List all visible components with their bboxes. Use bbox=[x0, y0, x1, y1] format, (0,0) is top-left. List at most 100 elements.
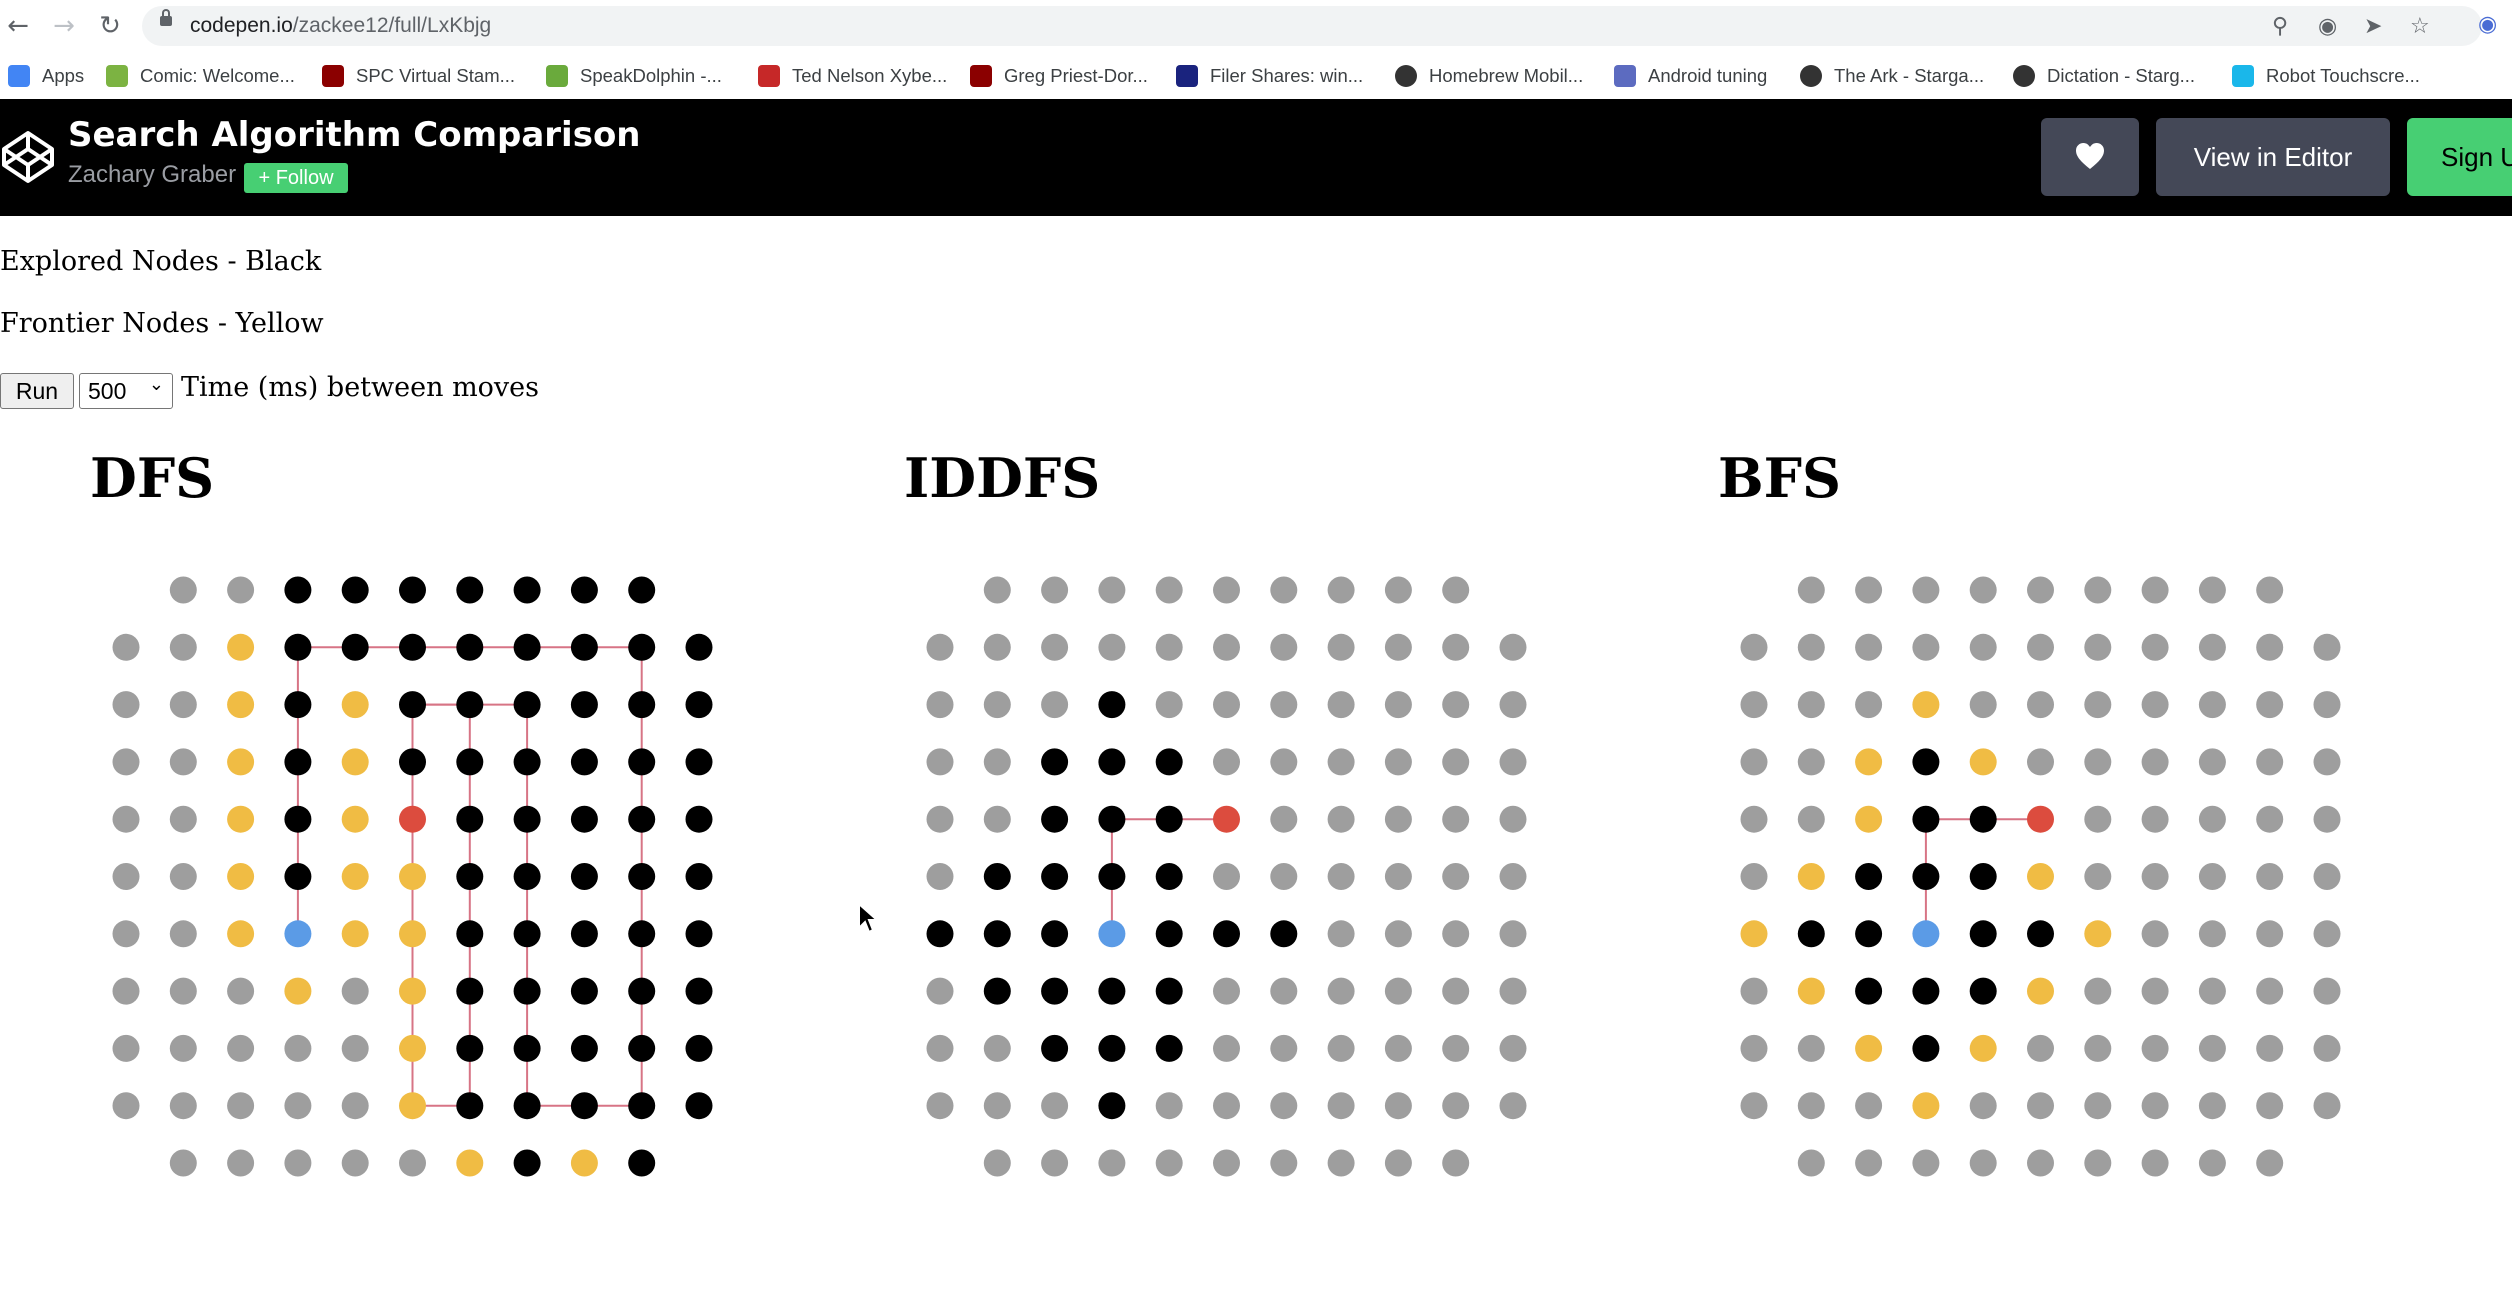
address-bar[interactable]: codepen.io/zackee12/full/LxKbjg ⚲ ◉ ➤ ☆ bbox=[142, 6, 2482, 46]
bookmark-item[interactable]: Ted Nelson Xybe... bbox=[758, 60, 947, 92]
time-select-value: 500 bbox=[88, 378, 127, 404]
node-explored bbox=[1912, 1034, 1940, 1062]
node-unvisited bbox=[926, 691, 954, 719]
node-explored bbox=[341, 633, 369, 661]
node-unvisited bbox=[2141, 1149, 2169, 1177]
node-unvisited bbox=[1855, 1092, 1883, 1120]
url-text[interactable]: codepen.io/zackee12/full/LxKbjg bbox=[190, 14, 491, 38]
node-unvisited bbox=[1270, 691, 1298, 719]
node-unvisited bbox=[1442, 633, 1470, 661]
send-icon[interactable]: ➤ bbox=[2364, 14, 2382, 39]
node-unvisited bbox=[284, 1092, 312, 1120]
node-unvisited bbox=[926, 633, 954, 661]
node-unvisited bbox=[2256, 805, 2284, 833]
node-unvisited bbox=[169, 576, 197, 604]
bookmark-item[interactable]: SpeakDolphin -... bbox=[546, 60, 722, 92]
node-explored bbox=[570, 920, 598, 948]
node-unvisited bbox=[1270, 576, 1298, 604]
node-unvisited bbox=[1270, 1034, 1298, 1062]
bfs-graph bbox=[1730, 566, 2410, 1246]
node-unvisited bbox=[1384, 1034, 1412, 1062]
node-unvisited bbox=[1270, 1149, 1298, 1177]
node-unvisited bbox=[983, 691, 1011, 719]
node-frontier bbox=[1797, 977, 1825, 1005]
node-unvisited bbox=[2141, 576, 2169, 604]
bookmark-item[interactable]: Filer Shares: win... bbox=[1176, 60, 1363, 92]
follow-button[interactable]: + Follow bbox=[244, 163, 348, 193]
bookmark-item[interactable]: Greg Priest-Dor... bbox=[970, 60, 1148, 92]
node-explored bbox=[1155, 920, 1183, 948]
node-unvisited bbox=[1442, 805, 1470, 833]
bookmark-label: Android tuning bbox=[1648, 65, 1768, 86]
like-button[interactable] bbox=[2041, 118, 2139, 196]
bookmark-item[interactable]: Comic: Welcome... bbox=[106, 60, 295, 92]
node-unvisited bbox=[1797, 1034, 1825, 1062]
node-unvisited bbox=[2084, 977, 2112, 1005]
iddfs-title: IDDFS bbox=[904, 446, 1101, 510]
node-unvisited bbox=[1797, 633, 1825, 661]
node-unvisited bbox=[983, 576, 1011, 604]
node-unvisited bbox=[341, 1034, 369, 1062]
bookmark-item[interactable]: Robot Touchscre... bbox=[2232, 60, 2420, 92]
node-unvisited bbox=[112, 691, 140, 719]
node-unvisited bbox=[1855, 691, 1883, 719]
bookmark-item[interactable]: SPC Virtual Stam... bbox=[322, 60, 515, 92]
bookmark-item[interactable]: Dictation - Starg... bbox=[2013, 60, 2195, 92]
bookmark-item[interactable]: Homebrew Mobil... bbox=[1395, 60, 1583, 92]
node-unvisited bbox=[1969, 691, 1997, 719]
node-explored bbox=[983, 977, 1011, 1005]
reload-icon[interactable]: ↻ bbox=[94, 10, 126, 42]
bookmark-item[interactable]: Apps bbox=[8, 60, 84, 92]
bookmark-label: Greg Priest-Dor... bbox=[1004, 65, 1148, 86]
sign-up-button[interactable]: Sign Up bbox=[2407, 118, 2512, 196]
run-button[interactable]: Run bbox=[0, 373, 74, 409]
time-select[interactable]: 500 ⌄ bbox=[79, 373, 173, 409]
node-frontier bbox=[2027, 977, 2054, 1005]
node-unvisited bbox=[2313, 691, 2341, 719]
node-unvisited bbox=[284, 1149, 312, 1177]
node-explored bbox=[1155, 748, 1183, 776]
node-unvisited bbox=[1499, 691, 1527, 719]
node-unvisited bbox=[1041, 633, 1069, 661]
node-unvisited bbox=[169, 977, 197, 1005]
pen-author[interactable]: Zachary Graber bbox=[68, 161, 236, 189]
bookmark-item[interactable]: Android tuning bbox=[1614, 60, 1767, 92]
node-explored bbox=[284, 691, 312, 719]
view-in-editor-button[interactable]: View in Editor bbox=[2156, 118, 2390, 196]
bookmark-item[interactable]: The Ark - Starga... bbox=[1800, 60, 1984, 92]
node-unvisited bbox=[1270, 1092, 1298, 1120]
node-unvisited bbox=[1855, 633, 1883, 661]
eye-off-icon[interactable]: ◉ bbox=[2318, 14, 2337, 39]
back-icon[interactable]: ← bbox=[2, 10, 34, 42]
zoom-icon[interactable]: ⚲ bbox=[2272, 14, 2288, 39]
profile-icon[interactable]: ◉ bbox=[2478, 12, 2497, 37]
node-unvisited bbox=[1442, 576, 1470, 604]
node-unvisited bbox=[926, 1092, 954, 1120]
node-frontier bbox=[1969, 1034, 1997, 1062]
node-explored bbox=[513, 576, 541, 604]
plus-icon: + bbox=[258, 167, 276, 189]
node-frontier bbox=[399, 1034, 426, 1062]
node-explored bbox=[456, 863, 484, 890]
node-unvisited bbox=[2141, 977, 2169, 1005]
codepen-logo-icon[interactable] bbox=[0, 129, 56, 185]
node-explored bbox=[628, 977, 656, 1005]
node-explored bbox=[284, 805, 312, 833]
bfs-title: BFS bbox=[1718, 446, 1841, 510]
node-unvisited bbox=[983, 1034, 1011, 1062]
node-frontier bbox=[1855, 748, 1883, 776]
node-frontier bbox=[227, 920, 255, 948]
node-unvisited bbox=[1270, 805, 1298, 833]
node-unvisited bbox=[112, 977, 140, 1005]
node-explored bbox=[513, 633, 541, 661]
node-explored bbox=[983, 863, 1011, 890]
node-unvisited bbox=[2313, 977, 2341, 1005]
graph-svg bbox=[1740, 576, 2341, 1177]
star-icon[interactable]: ☆ bbox=[2410, 14, 2430, 39]
bookmark-label: Homebrew Mobil... bbox=[1429, 65, 1584, 86]
node-frontier bbox=[227, 691, 255, 719]
node-explored bbox=[1912, 805, 1940, 833]
node-unvisited bbox=[284, 1034, 312, 1062]
node-unvisited bbox=[1327, 1034, 1355, 1062]
forward-icon[interactable]: → bbox=[48, 10, 80, 42]
